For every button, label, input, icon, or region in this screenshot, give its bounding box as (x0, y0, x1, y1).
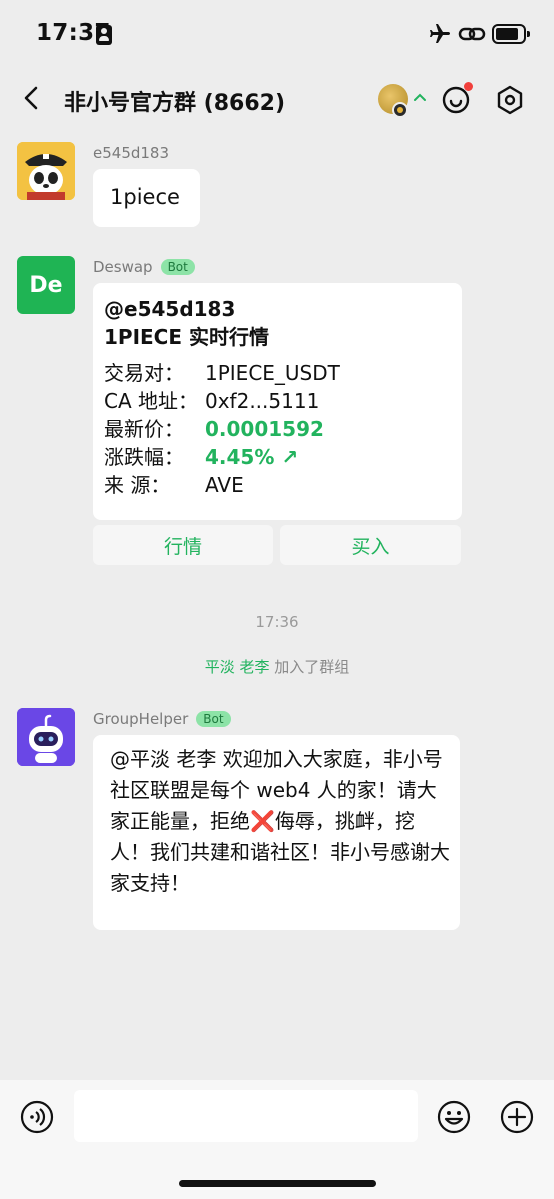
quote-button[interactable]: 行情 (93, 525, 273, 565)
row-label: 来 源： (104, 473, 171, 497)
plus-icon[interactable] (500, 1100, 534, 1134)
group-title: 非小号官方群 (8662) (64, 91, 285, 116)
joined-user-name[interactable]: 平淡 老李 (205, 658, 270, 676)
nav-bar: 非小号官方群 (8662) (0, 70, 554, 128)
back-arrow-icon[interactable] (16, 82, 48, 114)
message-input[interactable] (74, 1090, 418, 1142)
settings-icon[interactable] (494, 84, 526, 116)
panda-pirate-icon (17, 142, 75, 200)
user-avatar[interactable] (17, 142, 75, 200)
id-card-icon (96, 25, 112, 45)
mention-text: @e545d183 (104, 297, 236, 321)
timestamp: 17:36 (255, 613, 299, 631)
card-heading: 1PIECE 实时行情 (104, 325, 269, 349)
airplane-mode-icon (430, 24, 450, 43)
sender-name: e545d183 (93, 144, 170, 162)
badge-icon (392, 102, 408, 118)
notification-dot (464, 82, 473, 91)
buy-button[interactable]: 买入 (280, 525, 461, 565)
join-notice-text: 加入了群组 (274, 658, 350, 676)
row-label: 最新价： (104, 417, 184, 441)
message-bubble[interactable]: @平淡 老李 欢迎加入大家庭，非小号社区联盟是每个 web4 人的家！请大家正能… (93, 735, 460, 930)
emoji-icon[interactable] (437, 1100, 471, 1134)
home-indicator[interactable] (179, 1180, 376, 1187)
info-row: 最新价： 0.0001592 (104, 415, 462, 443)
voice-icon[interactable] (20, 1100, 54, 1134)
chevron-up-icon[interactable] (413, 92, 427, 102)
row-value: 1PIECE_USDT (205, 361, 340, 385)
row-value: 0xf2...5111 (205, 389, 320, 413)
row-label: CA 地址： (104, 389, 199, 413)
sender-name: Deswap Bot (93, 258, 195, 276)
bot-tag: Bot (160, 259, 195, 275)
bot-avatar[interactable]: De (17, 256, 75, 314)
info-row: 来 源： AVE (104, 471, 462, 499)
market-info-card[interactable]: @e545d183 1PIECE 实时行情 交易对： 1PIECE_USDT C… (93, 283, 462, 520)
sender-name: GroupHelper Bot (93, 710, 231, 728)
robot-icon (17, 708, 75, 766)
input-bar (0, 1080, 554, 1199)
price-value: 0.0001592 (205, 417, 324, 441)
info-row: 交易对： 1PIECE_USDT (104, 359, 462, 387)
sender-label: Deswap (93, 258, 153, 276)
chat-area: e545d183 1piece De Deswap Bot @e545d183 1… (0, 128, 554, 1080)
sender-label: GroupHelper (93, 710, 189, 728)
join-notice: 平淡 老李 加入了群组 (0, 656, 554, 677)
info-row: CA 地址： 0xf2...5111 (104, 387, 462, 415)
info-row: 涨跌幅： 4.45% ↗ (104, 443, 462, 471)
battery-icon (492, 24, 530, 44)
bot-avatar[interactable] (17, 708, 75, 766)
message-text: 1piece (110, 185, 180, 209)
row-label: 交易对： (104, 361, 184, 385)
status-bar: 17:37 (0, 0, 554, 70)
message-bubble[interactable]: 1piece (93, 169, 200, 227)
welcome-text: @平淡 老李 欢迎加入大家庭，非小号社区联盟是每个 web4 人的家！请大家正能… (110, 747, 450, 895)
bot-tag: Bot (196, 711, 231, 727)
link-icon (458, 27, 486, 41)
row-value: AVE (205, 473, 244, 497)
row-label: 涨跌幅： (104, 445, 184, 469)
change-value: 4.45% ↗ (205, 445, 299, 469)
avatar-text: De (29, 272, 63, 298)
